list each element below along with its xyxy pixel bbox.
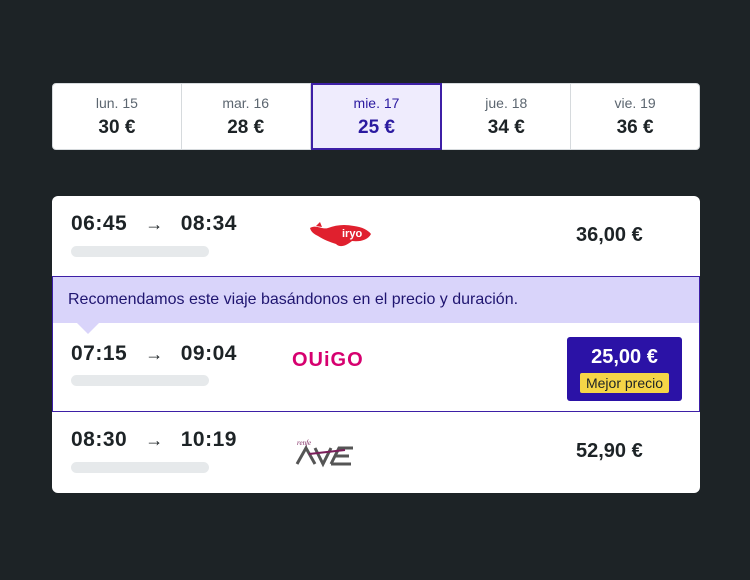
- trip-results: 06:45 → 08:34 iryo 36,00 € Recomendamos …: [52, 196, 700, 493]
- date-price: 36 €: [616, 116, 654, 138]
- iryo-logo-text: iryo: [342, 228, 362, 240]
- duration-placeholder: [71, 246, 209, 257]
- date-option-0[interactable]: lun. 15 30 €: [53, 84, 182, 149]
- date-option-2-selected[interactable]: mie. 17 25 €: [310, 83, 443, 150]
- date-price: 34 €: [487, 116, 525, 138]
- date-price: 28 €: [227, 116, 265, 138]
- departure-time: 06:45: [71, 212, 128, 235]
- departure-time: 08:30: [71, 428, 128, 451]
- date-option-4[interactable]: vie. 19 36 €: [571, 84, 699, 149]
- trip-row[interactable]: 08:30 → 10:19 renfe 52,90 €: [52, 412, 700, 493]
- best-price-box: 25,00 € Mejor precio: [567, 337, 682, 401]
- recommended-trip[interactable]: Recomendamos este viaje basándonos en el…: [52, 276, 700, 412]
- date-label: mie. 17: [353, 94, 400, 111]
- recommendation-banner: Recomendamos este viaje basándonos en el…: [53, 277, 699, 334]
- trip-times: 08:30 → 10:19: [71, 428, 237, 452]
- arrival-time: 08:34: [180, 212, 237, 235]
- trip-times: 06:45 → 08:34: [71, 212, 237, 236]
- arrival-time: 10:19: [180, 428, 237, 451]
- date-label: mar. 16: [222, 94, 270, 111]
- date-label: jue. 18: [485, 94, 528, 111]
- date-selector: lun. 15 30 € mar. 16 28 € mie. 17 25 € j…: [52, 83, 700, 150]
- date-label: lun. 15: [95, 94, 138, 111]
- iryo-logo-icon: iryo: [308, 220, 374, 255]
- ouigo-logo: OUiGO: [292, 349, 364, 371]
- date-label: vie. 19: [614, 94, 656, 111]
- date-option-3[interactable]: jue. 18 34 €: [442, 84, 572, 149]
- arrow-right-icon: →: [145, 213, 164, 234]
- trip-row[interactable]: 07:15 → 09:04 OUiGO 25,00 € Mejor precio: [53, 323, 701, 411]
- renfe-ave-logo-icon: renfe: [295, 436, 357, 473]
- arrow-right-icon: →: [145, 343, 164, 364]
- trip-times: 07:15 → 09:04: [71, 342, 237, 366]
- trip-price: 52,90 €: [576, 440, 643, 462]
- best-price-badge: Mejor precio: [579, 372, 670, 393]
- duration-placeholder: [71, 462, 209, 473]
- duration-placeholder: [71, 375, 209, 386]
- recommendation-text: Recomendamos este viaje basándonos en el…: [68, 291, 519, 308]
- arrival-time: 09:04: [180, 342, 237, 365]
- date-price: 25 €: [358, 116, 395, 138]
- svg-text:renfe: renfe: [297, 439, 311, 447]
- trip-price: 25,00 €: [591, 345, 658, 368]
- trip-price: 36,00 €: [576, 224, 643, 246]
- trip-row[interactable]: 06:45 → 08:34 iryo 36,00 €: [52, 196, 700, 276]
- date-option-1[interactable]: mar. 16 28 €: [182, 84, 311, 149]
- arrow-right-icon: →: [145, 429, 164, 450]
- departure-time: 07:15: [71, 342, 128, 365]
- date-price: 30 €: [98, 116, 136, 138]
